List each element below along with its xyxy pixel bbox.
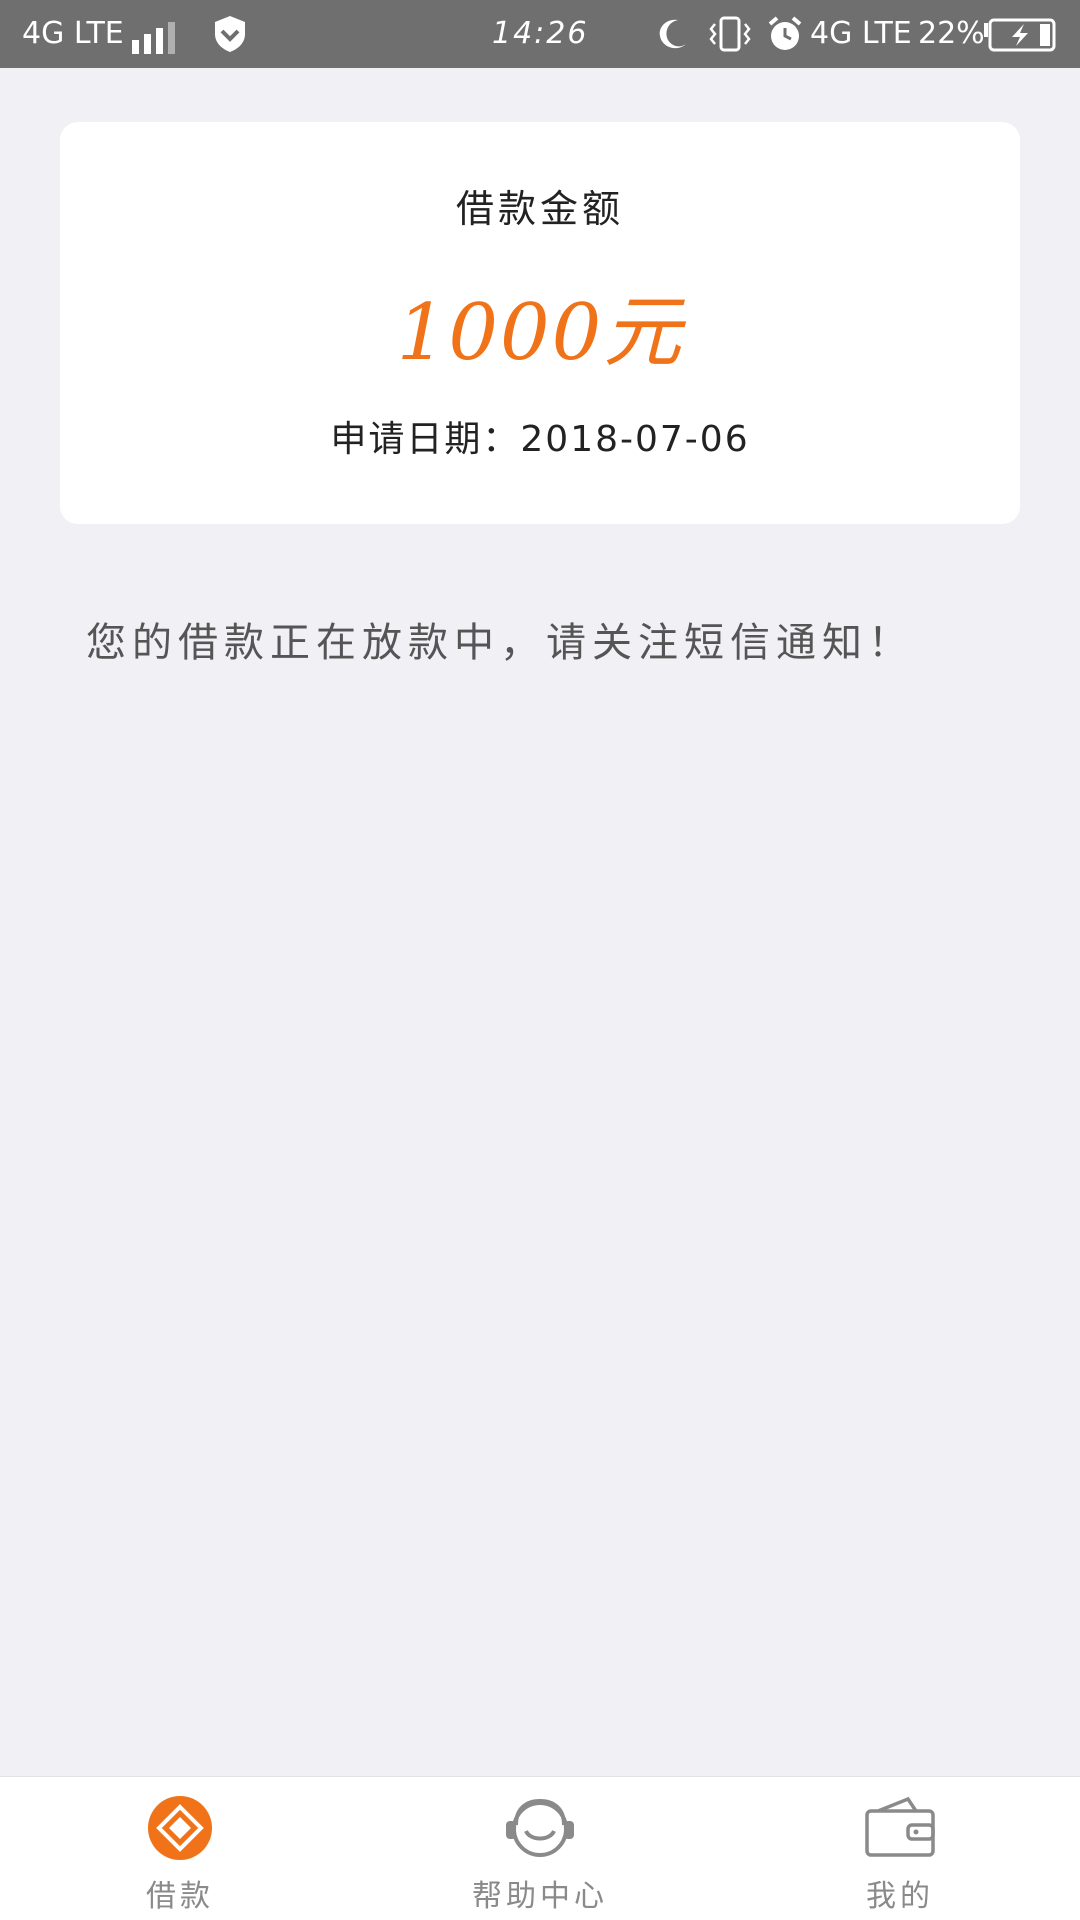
nav-item-mine[interactable]: 我的 <box>800 1777 1000 1920</box>
disbursement-notice: 您的借款正在放款中，请关注短信通知！ <box>86 620 914 666</box>
application-date: 申请日期：2018-07-06 <box>330 419 750 460</box>
nav-item-loan[interactable]: 借款 <box>80 1777 280 1920</box>
loan-amount-label: 借款金额 <box>455 187 624 231</box>
alarm-icon <box>768 16 802 50</box>
headset-icon <box>506 1798 574 1857</box>
vibrate-icon <box>709 16 751 52</box>
status-bar: 4G LTE 14:26 4G LTE 22% <box>0 0 1080 68</box>
loan-amount-value: 1000元 <box>396 288 684 378</box>
signal-icon <box>132 20 188 54</box>
nav-label-loan: 借款 <box>146 1879 214 1914</box>
app-screen: 4G LTE 14:26 4G LTE 22% 借款金额 1000元 申请日期：… <box>0 0 1080 1920</box>
moon-icon <box>659 19 686 49</box>
carrier-label: 4G LTE <box>22 16 124 51</box>
wallet-icon <box>865 1796 935 1857</box>
nav-item-help-center[interactable]: 帮助中心 <box>440 1777 640 1920</box>
loan-diamond-icon <box>148 1796 212 1860</box>
shield-icon <box>215 16 245 52</box>
battery-percent: 22% <box>918 16 985 51</box>
bottom-nav: 借款 帮助中心 我的 <box>0 1776 1080 1920</box>
nav-label-mine: 我的 <box>866 1879 934 1914</box>
network-label: 4G LTE <box>810 16 912 51</box>
battery-charging-icon <box>984 18 1056 52</box>
clock-time: 14:26 <box>492 16 589 51</box>
nav-label-help-center: 帮助中心 <box>472 1879 608 1914</box>
